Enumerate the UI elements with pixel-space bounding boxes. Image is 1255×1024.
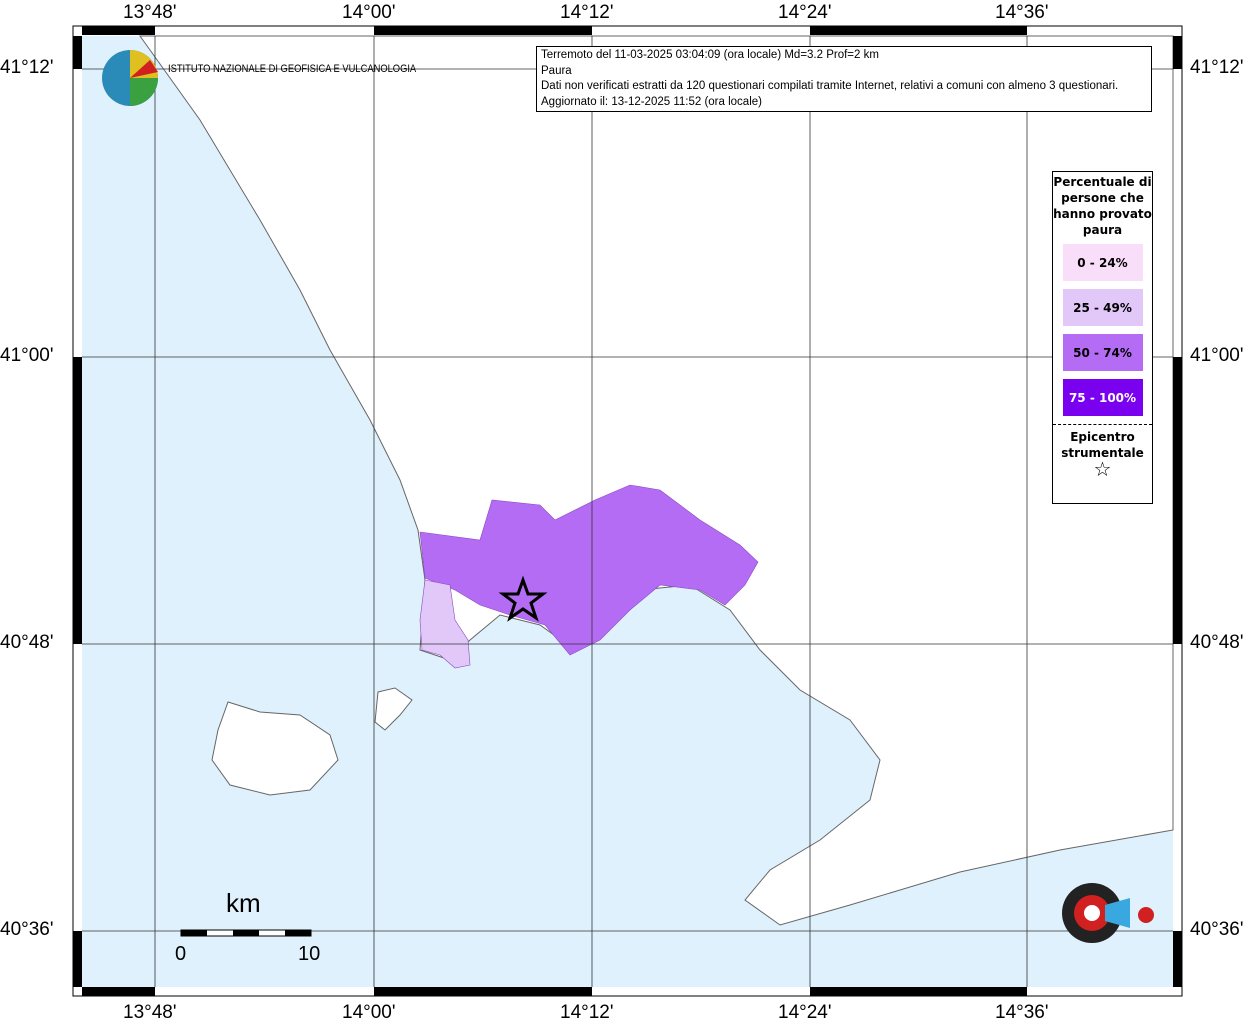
- longitude-label: 14°12': [560, 1002, 614, 1023]
- disclaimer-line: Dati non verificati estratti da 120 ques…: [541, 80, 1119, 92]
- frame-tick: [810, 987, 1027, 996]
- frame-tick: [810, 26, 1027, 35]
- longitude-label: 14°00': [342, 1002, 396, 1023]
- event-info-box: Terremoto del 11-03-2025 03:04:09 (ora l…: [536, 46, 1152, 112]
- latitude-label: 40°36': [1190, 919, 1244, 940]
- legend-title: Percentuale di persone che hanno provato…: [1053, 175, 1152, 237]
- latitude-label: 40°48': [0, 632, 54, 653]
- scale-min: 0: [175, 943, 187, 965]
- frame-tick: [1173, 36, 1182, 69]
- legend-class: 0 - 24%: [1062, 244, 1143, 281]
- legend-epicenter: Epicentro strumentale ☆: [1053, 424, 1152, 481]
- longitude-label: 14°24': [778, 1002, 832, 1023]
- legend-class: 75 - 100%: [1062, 379, 1143, 416]
- scale-bar: [180, 929, 312, 937]
- frame-tick: [1173, 931, 1182, 987]
- latitude-label: 41°00': [1190, 345, 1244, 366]
- frame-tick: [1173, 357, 1182, 644]
- longitude-label: 14°00': [342, 2, 396, 23]
- star-icon: ☆: [1093, 457, 1112, 481]
- intensity-map: [72, 25, 1183, 997]
- ingv-logo-icon: [102, 50, 158, 106]
- longitude-label: 14°36': [995, 2, 1049, 23]
- legend: Percentuale di persone che hanno provato…: [1052, 171, 1153, 504]
- scale-unit: km: [226, 888, 261, 918]
- latitude-label: 41°00': [0, 345, 54, 366]
- frame-tick: [73, 36, 82, 69]
- longitude-label: 14°36': [995, 1002, 1049, 1023]
- latitude-label: 41°12': [1190, 57, 1244, 78]
- frame-tick: [82, 26, 155, 35]
- legend-class: 50 - 74%: [1062, 334, 1143, 371]
- parameter-line: Paura: [541, 64, 572, 77]
- latitude-label: 40°36': [0, 919, 54, 940]
- longitude-label: 14°24': [778, 2, 832, 23]
- latitude-label: 41°12': [0, 57, 54, 78]
- frame-tick: [374, 26, 592, 35]
- scale-max: 10: [298, 943, 321, 965]
- frame-tick: [374, 987, 592, 996]
- event-line: Terremoto del 11-03-2025 03:04:09 (ora l…: [541, 49, 879, 61]
- updated-line: Aggiornato il: 13-12-2025 11:52 (ora loc…: [541, 95, 762, 108]
- frame-tick: [82, 987, 155, 996]
- longitude-label: 13°48': [123, 2, 177, 23]
- latitude-label: 40°48': [1190, 632, 1244, 653]
- ingv-logo-text: ISTITUTO NAZIONALE DI GEOFISICA E VULCAN…: [168, 63, 417, 75]
- longitude-label: 13°48': [123, 1002, 177, 1023]
- frame-tick: [73, 931, 82, 987]
- legend-class: 25 - 49%: [1062, 289, 1143, 326]
- longitude-label: 14°12': [560, 2, 614, 23]
- frame-tick: [73, 357, 82, 644]
